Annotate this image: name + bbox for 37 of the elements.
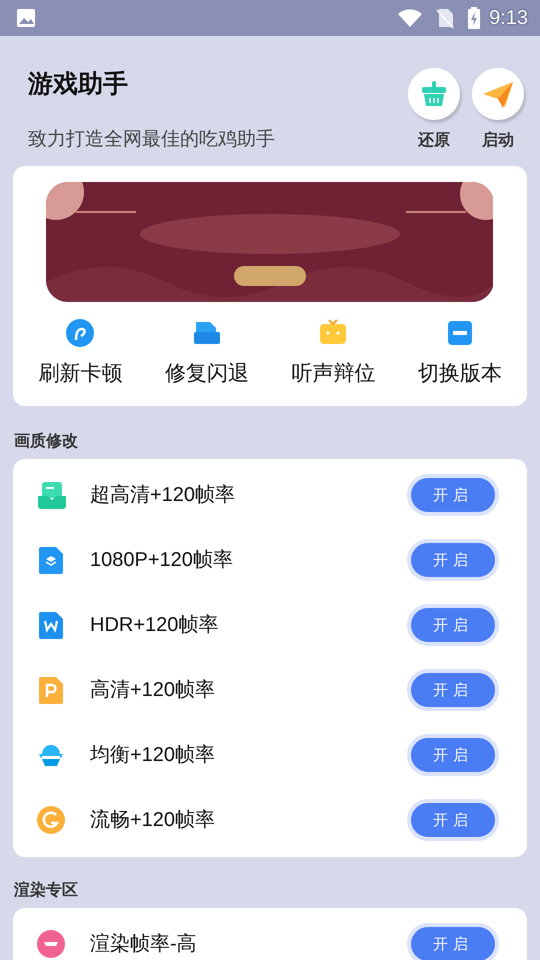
battery-icon — [467, 7, 482, 29]
section-title: 画质修改 — [13, 431, 79, 452]
option-label: 高清+120帧率 — [90, 678, 216, 703]
enable-button[interactable]: 开启 — [407, 604, 499, 646]
option-label: 1080P+120帧率 — [90, 548, 234, 573]
feature-button[interactable]: 刷新卡顿 — [38, 318, 122, 390]
no-sim-icon — [435, 7, 456, 29]
coin-icon — [36, 805, 66, 835]
app-title: 游戏助手 — [28, 69, 129, 100]
option-label: 均衡+120帧率 — [90, 743, 216, 768]
toolbar-button[interactable]: 启动 — [470, 54, 526, 166]
option-label: 渲染帧率-高 — [90, 932, 198, 957]
app-subtitle: 致力打造全网最佳的吃鸡助手 — [28, 128, 276, 152]
enable-button[interactable]: 开启 — [407, 669, 499, 711]
tray-icon — [36, 480, 66, 510]
enable-button[interactable]: 开启 — [407, 799, 499, 841]
enable-button[interactable]: 开启 — [407, 539, 499, 581]
option-label: HDR+120帧率 — [90, 613, 220, 638]
paper-plane-icon — [471, 67, 525, 121]
feature-button[interactable]: 修复闪退 — [164, 318, 249, 390]
option-label: 流畅+120帧率 — [90, 808, 216, 833]
enable-button[interactable]: 开启 — [407, 474, 499, 516]
document-icon — [36, 610, 66, 640]
wifi-icon — [397, 8, 424, 28]
enable-button[interactable]: 开启 — [407, 734, 499, 776]
layers-icon — [36, 545, 66, 575]
option-label: 超高清+120帧率 — [90, 483, 236, 508]
basket-icon — [407, 67, 461, 121]
image-icon — [16, 8, 36, 28]
enable-button[interactable]: 开启 — [407, 923, 499, 960]
document-icon — [36, 675, 66, 705]
toolbar-button[interactable]: 还原 — [406, 54, 462, 166]
section-title: 渲染专区 — [13, 880, 79, 900]
status-time: 9:13 — [489, 6, 528, 31]
feature-button[interactable]: 切换版本 — [418, 318, 502, 390]
brush-icon — [65, 318, 96, 348]
feature-button[interactable]: 听声辩位 — [291, 318, 376, 390]
